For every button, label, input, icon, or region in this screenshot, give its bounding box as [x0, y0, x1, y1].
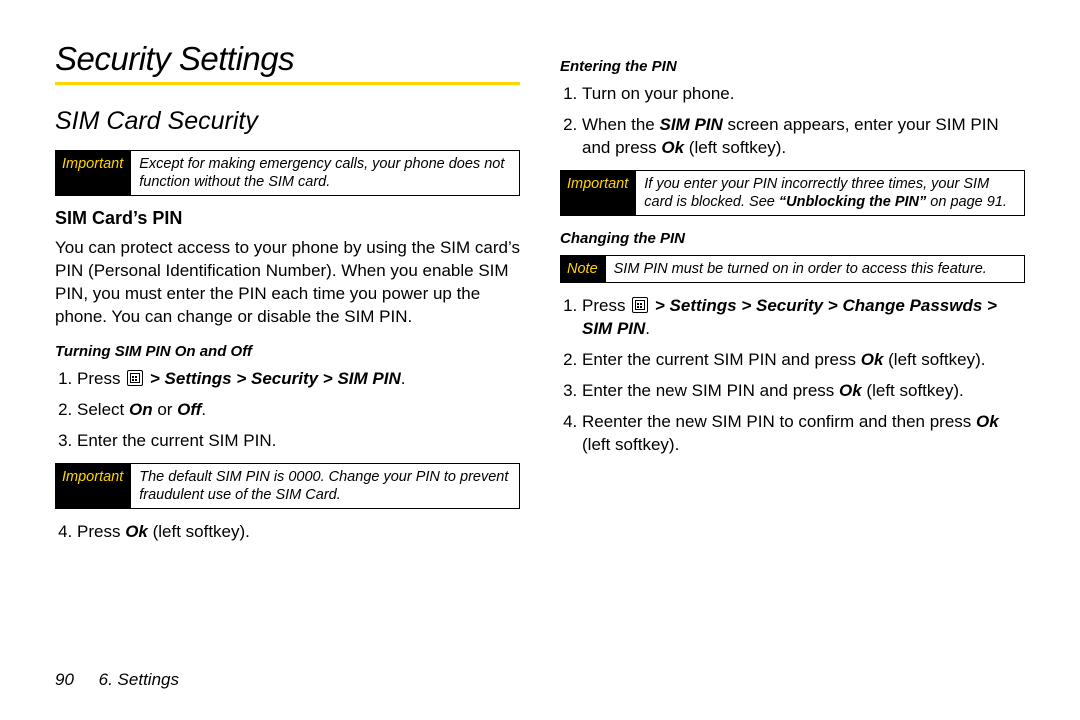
- step-text: Enter the current SIM PIN and press: [582, 350, 861, 369]
- important-callout: Important If you enter your PIN incorrec…: [560, 170, 1025, 216]
- procedure-heading: Changing the PIN: [560, 230, 1025, 247]
- list-item: Turn on your phone.: [582, 83, 1025, 106]
- step-text: .: [201, 400, 206, 419]
- right-column: Entering the PIN Turn on your phone. Whe…: [560, 40, 1025, 554]
- procedure-list-cont: Press Ok (left softkey).: [55, 521, 520, 544]
- two-column-layout: Security Settings SIM Card Security Impo…: [55, 40, 1025, 554]
- step-text: Press: [77, 522, 125, 541]
- option-off: Off: [177, 400, 201, 419]
- ok-key: Ok: [661, 138, 684, 157]
- list-item: Enter the current SIM PIN.: [77, 430, 520, 453]
- step-text: (left softkey).: [684, 138, 786, 157]
- callout-text: If you enter your PIN incorrectly three …: [636, 171, 1024, 215]
- step-text: Press: [77, 369, 125, 388]
- step-text: (left softkey).: [862, 381, 964, 400]
- procedure-list: Press > Settings > Security > SIM PIN. S…: [55, 368, 520, 453]
- note-callout: Note SIM PIN must be turned on in order …: [560, 255, 1025, 283]
- callout-line: on page 91.: [926, 194, 1007, 210]
- important-callout: Important The default SIM PIN is 0000. C…: [55, 463, 520, 509]
- list-item: Press > Settings > Security > Change Pas…: [582, 295, 1025, 341]
- callout-tag: Important: [56, 464, 131, 508]
- menu-key-icon: [632, 297, 648, 313]
- page-title: Security Settings: [55, 40, 520, 78]
- ok-key: Ok: [125, 522, 148, 541]
- step-text: (left softkey).: [883, 350, 985, 369]
- step-text: Select: [77, 400, 129, 419]
- page-footer: 90 6. Settings: [55, 670, 179, 690]
- left-column: Security Settings SIM Card Security Impo…: [55, 40, 520, 554]
- callout-tag: Important: [56, 151, 131, 195]
- step-text: (left softkey).: [148, 522, 250, 541]
- menu-path: > Settings > Security > SIM PIN: [145, 369, 401, 388]
- list-item: Press Ok (left softkey).: [77, 521, 520, 544]
- callout-text: SIM PIN must be turned on in order to ac…: [606, 256, 1024, 282]
- yellow-rule: [55, 82, 520, 85]
- step-text: Press: [582, 296, 630, 315]
- procedure-list: Turn on your phone. When the SIM PIN scr…: [560, 83, 1025, 160]
- list-item: Press > Settings > Security > SIM PIN.: [77, 368, 520, 391]
- callout-tag: Note: [561, 256, 606, 282]
- callout-tag: Important: [561, 171, 636, 215]
- callout-text: Except for making emergency calls, your …: [131, 151, 519, 195]
- manual-page: Security Settings SIM Card Security Impo…: [0, 0, 1080, 720]
- option-on: On: [129, 400, 153, 419]
- callout-text: The default SIM PIN is 0000. Change your…: [131, 464, 519, 508]
- procedure-heading: Turning SIM PIN On and Off: [55, 343, 520, 360]
- step-text: (left softkey).: [582, 435, 679, 454]
- body-text: You can protect access to your phone by …: [55, 237, 520, 329]
- list-item: Select On or Off.: [77, 399, 520, 422]
- important-callout: Important Except for making emergency ca…: [55, 150, 520, 196]
- subsection-heading: SIM Card’s PIN: [55, 208, 520, 229]
- step-text: When the: [582, 115, 660, 134]
- section-heading: SIM Card Security: [55, 107, 520, 136]
- procedure-list: Press > Settings > Security > Change Pas…: [560, 295, 1025, 457]
- list-item: Enter the current SIM PIN and press Ok (…: [582, 349, 1025, 372]
- step-text: or: [153, 400, 178, 419]
- ok-key: Ok: [861, 350, 884, 369]
- step-text: .: [401, 369, 406, 388]
- step-text: .: [645, 319, 650, 338]
- step-text: Enter the new SIM PIN and press: [582, 381, 839, 400]
- step-text: Reenter the new SIM PIN to confirm and t…: [582, 412, 976, 431]
- list-item: When the SIM PIN screen appears, enter y…: [582, 114, 1025, 160]
- procedure-heading: Entering the PIN: [560, 58, 1025, 75]
- screen-name: SIM PIN: [660, 115, 723, 134]
- list-item: Reenter the new SIM PIN to confirm and t…: [582, 411, 1025, 457]
- list-item: Enter the new SIM PIN and press Ok (left…: [582, 380, 1025, 403]
- callout-ref: “Unblocking the PIN”: [779, 194, 926, 210]
- ok-key: Ok: [839, 381, 862, 400]
- footer-section: 6. Settings: [99, 670, 179, 689]
- ok-key: Ok: [976, 412, 999, 431]
- page-number: 90: [55, 670, 74, 689]
- menu-key-icon: [127, 370, 143, 386]
